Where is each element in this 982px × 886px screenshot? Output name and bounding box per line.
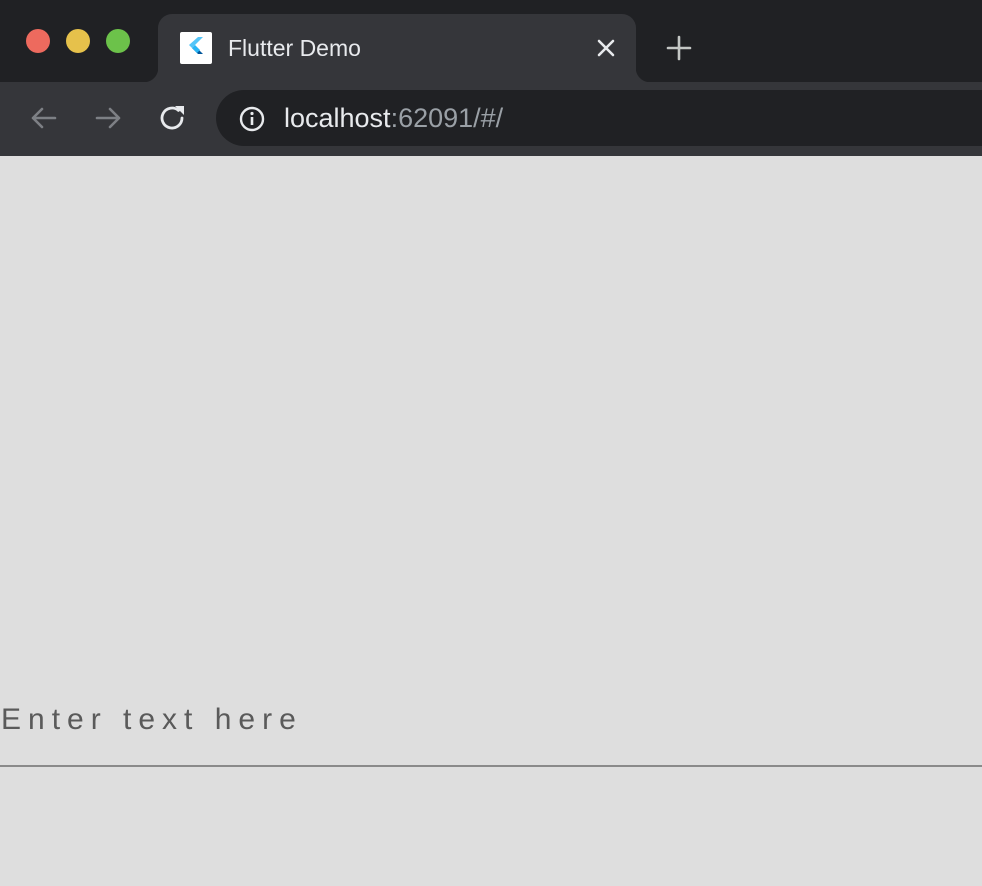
window-maximize-button[interactable] <box>106 29 130 53</box>
tab-title: Flutter Demo <box>228 35 361 61</box>
arrow-right-icon[interactable] <box>91 101 125 135</box>
page-viewport: Enter text here <box>0 156 982 886</box>
close-icon[interactable] <box>592 34 620 62</box>
text-input-field[interactable]: Enter text here <box>0 686 982 767</box>
address-url[interactable]: localhost:62091/#/ <box>284 103 503 133</box>
address-bar[interactable]: localhost:62091/#/ <box>216 90 982 146</box>
arrow-left-icon[interactable] <box>27 101 61 135</box>
url-path: :62091/#/ <box>390 103 504 133</box>
window-close-button[interactable] <box>26 29 50 53</box>
reload-icon[interactable] <box>155 101 189 135</box>
flutter-logo-icon <box>180 32 212 64</box>
plus-icon[interactable] <box>664 33 694 63</box>
info-icon[interactable] <box>238 105 266 133</box>
window-minimize-button[interactable] <box>66 29 90 53</box>
url-host: localhost <box>284 103 391 133</box>
browser-tab-strip: Flutter Demo <box>0 0 982 82</box>
text-field-hint: Enter text here <box>1 703 303 736</box>
browser-tab[interactable]: Flutter Demo <box>144 14 650 82</box>
browser-toolbar: localhost:62091/#/ <box>0 82 982 156</box>
